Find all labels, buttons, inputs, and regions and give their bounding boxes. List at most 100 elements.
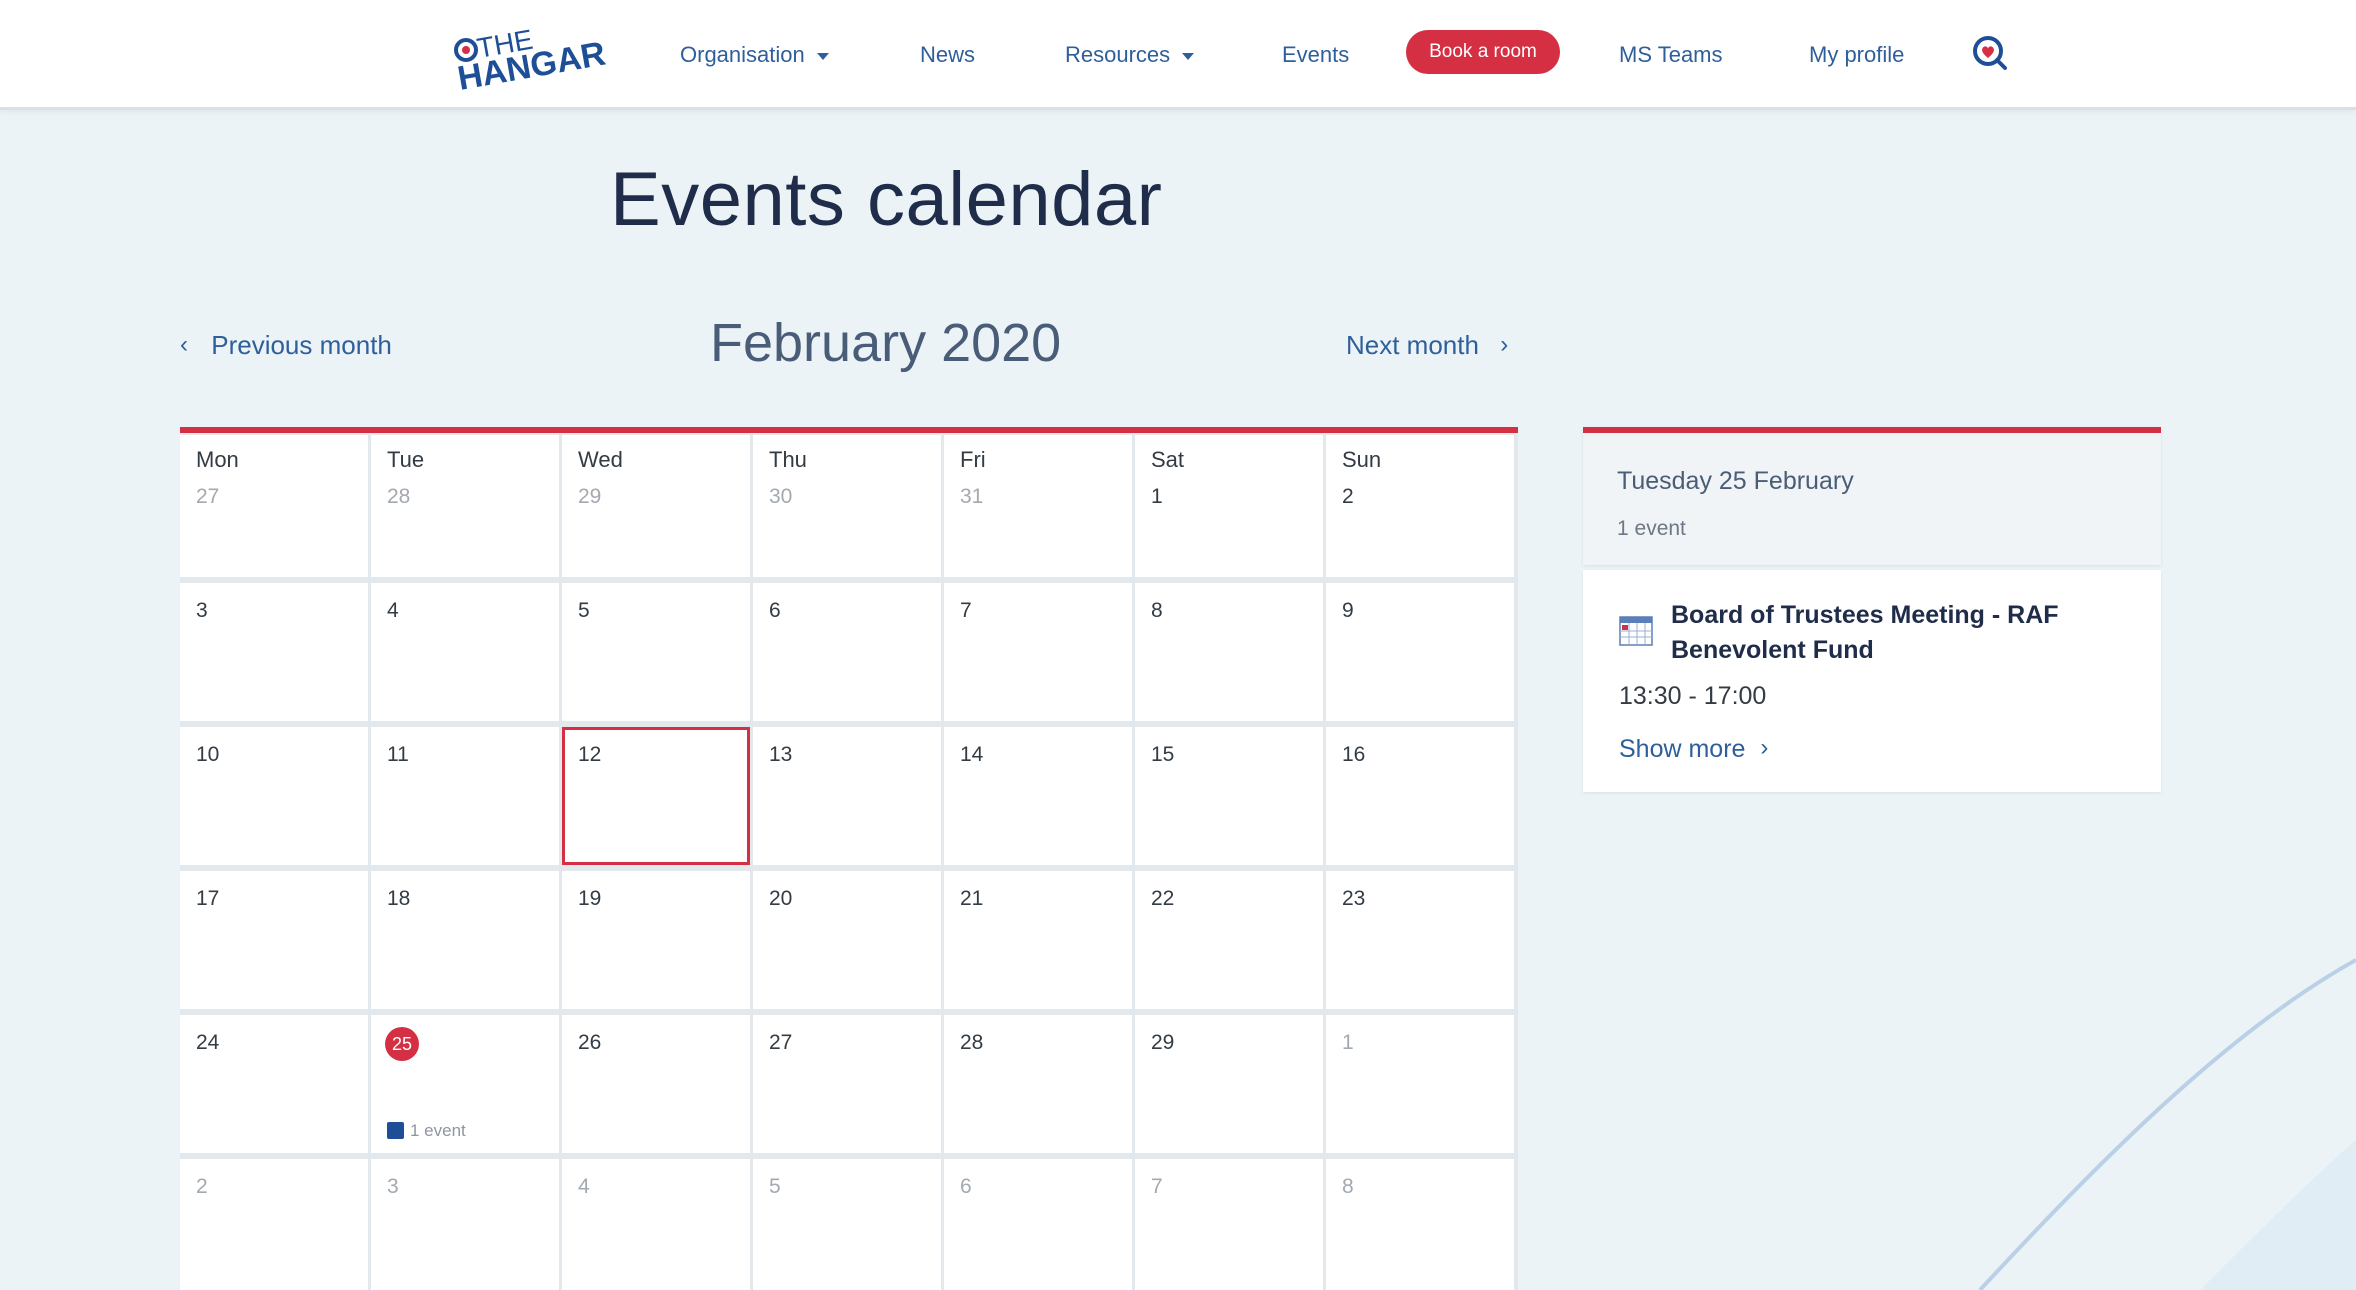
day-number: 7 bbox=[960, 599, 972, 622]
weekday-header: Wed bbox=[578, 447, 623, 472]
event-color-swatch bbox=[387, 1122, 404, 1139]
day-number: 2 bbox=[1342, 485, 1354, 508]
chevron-down-icon bbox=[1182, 52, 1195, 60]
calendar-day-cell[interactable]: Tue 28 bbox=[371, 435, 559, 577]
show-more-link[interactable]: Show more › bbox=[1619, 734, 1768, 764]
calendar-day-cell[interactable]: 8 bbox=[1326, 1159, 1514, 1290]
calendar-day-cell[interactable]: 29 bbox=[1135, 1015, 1323, 1153]
calendar-day-cell[interactable]: 4 bbox=[562, 1159, 750, 1290]
calendar-day-cell[interactable]: 12 bbox=[562, 727, 750, 865]
day-number: 29 bbox=[1151, 1031, 1175, 1054]
previous-month-label: Previous month bbox=[211, 330, 392, 360]
calendar-day-cell[interactable]: 20 bbox=[753, 871, 941, 1009]
current-month-title: February 2020 bbox=[710, 313, 1062, 373]
calendar-day-cell[interactable]: 23 bbox=[1326, 871, 1514, 1009]
previous-month-link[interactable]: ‹ Previous month bbox=[180, 330, 392, 361]
calendar-day-cell[interactable]: 10 bbox=[180, 727, 368, 865]
day-number: 27 bbox=[196, 485, 220, 508]
day-number: 11 bbox=[387, 743, 409, 766]
day-event-indicator[interactable]: 1 event bbox=[387, 1121, 466, 1141]
calendar-day-cell[interactable]: 14 bbox=[944, 727, 1132, 865]
the-hangar-logo[interactable]: THE HANGAR bbox=[452, 18, 612, 96]
calendar-day-cell[interactable]: 7 bbox=[1135, 1159, 1323, 1290]
day-number: 9 bbox=[1342, 599, 1354, 622]
nav-news[interactable]: News bbox=[920, 38, 975, 72]
calendar-day-cell[interactable]: 5 bbox=[562, 583, 750, 721]
calendar-day-cell[interactable]: 19 bbox=[562, 871, 750, 1009]
calendar-day-cell[interactable]: 18 bbox=[371, 871, 559, 1009]
calendar-day-cell[interactable]: Sat 1 bbox=[1135, 435, 1323, 577]
event-day-number: 25 bbox=[385, 1027, 419, 1061]
nav-resources[interactable]: Resources bbox=[1065, 38, 1195, 72]
chevron-right-icon: › bbox=[1500, 331, 1509, 358]
day-number: 8 bbox=[1151, 599, 1163, 622]
day-number: 16 bbox=[1342, 743, 1366, 766]
calendar-day-cell[interactable]: 27 bbox=[753, 1015, 941, 1153]
calendar-day-cell[interactable]: Mon 27 bbox=[180, 435, 368, 577]
next-month-link[interactable]: Next month › bbox=[1346, 330, 1508, 361]
day-number: 6 bbox=[960, 1175, 972, 1198]
calendar-day-cell[interactable]: 3 bbox=[180, 583, 368, 721]
calendar-day-cell[interactable]: 3 bbox=[371, 1159, 559, 1290]
calendar-day-cell[interactable]: Wed 29 bbox=[562, 435, 750, 577]
event-title[interactable]: Board of Trustees Meeting - RAF Benevole… bbox=[1671, 598, 2101, 668]
calendar-day-cell[interactable]: 11 bbox=[371, 727, 559, 865]
nav-organisation[interactable]: Organisation bbox=[680, 38, 829, 72]
calendar-day-cell[interactable]: 21 bbox=[944, 871, 1132, 1009]
day-number: 29 bbox=[578, 485, 602, 508]
day-number: 3 bbox=[196, 599, 208, 622]
nav-events[interactable]: Events bbox=[1282, 38, 1349, 72]
top-navigation-bar: THE HANGAR Organisation News Resources E… bbox=[0, 0, 2356, 110]
day-number: 4 bbox=[578, 1175, 590, 1198]
calendar-day-cell[interactable]: Thu 30 bbox=[753, 435, 941, 577]
day-number: 22 bbox=[1151, 887, 1175, 910]
day-number: 5 bbox=[578, 599, 590, 622]
nav-organisation-label: Organisation bbox=[680, 42, 805, 67]
calendar-day-cell[interactable]: 17 bbox=[180, 871, 368, 1009]
calendar-day-cell[interactable]: Fri 31 bbox=[944, 435, 1132, 577]
book-a-room-button[interactable]: Book a room bbox=[1406, 30, 1560, 74]
weekday-header: Mon bbox=[196, 447, 239, 472]
calendar-day-cell[interactable]: 6 bbox=[753, 583, 941, 721]
calendar-day-cell[interactable]: 1 bbox=[1326, 1015, 1514, 1153]
event-time: 13:30 - 17:00 bbox=[1619, 682, 1767, 710]
nav-ms-teams[interactable]: MS Teams bbox=[1619, 38, 1723, 72]
search-icon[interactable] bbox=[1970, 33, 2010, 73]
day-number: 23 bbox=[1342, 887, 1366, 910]
calendar-day-cell[interactable]: 15 bbox=[1135, 727, 1323, 865]
weekday-header: Thu bbox=[769, 447, 807, 472]
calendar-day-cell[interactable]: 26 bbox=[562, 1015, 750, 1153]
day-number: 20 bbox=[769, 887, 793, 910]
selected-day-event-count: 1 event bbox=[1617, 517, 1686, 540]
day-event-count: 1 event bbox=[410, 1121, 466, 1140]
day-number: 10 bbox=[196, 743, 220, 766]
day-number: 13 bbox=[769, 743, 793, 766]
day-number: 4 bbox=[387, 599, 399, 622]
calendar-day-cell[interactable]: 2 bbox=[180, 1159, 368, 1290]
nav-resources-label: Resources bbox=[1065, 42, 1171, 67]
calendar-day-cell[interactable]: 7 bbox=[944, 583, 1132, 721]
calendar-day-cell[interactable]: 13 bbox=[753, 727, 941, 865]
day-number: 14 bbox=[960, 743, 984, 766]
day-number: 28 bbox=[960, 1031, 984, 1054]
calendar-day-cell[interactable]: 6 bbox=[944, 1159, 1132, 1290]
calendar-day-cell[interactable]: 24 bbox=[180, 1015, 368, 1153]
calendar-day-cell[interactable]: Sun 2 bbox=[1326, 435, 1514, 577]
day-number: 28 bbox=[387, 485, 411, 508]
day-number: 12 bbox=[578, 743, 602, 766]
calendar-day-cell[interactable]: 5 bbox=[753, 1159, 941, 1290]
day-number: 2 bbox=[196, 1175, 208, 1198]
calendar-day-cell[interactable]: 22 bbox=[1135, 871, 1323, 1009]
calendar-day-cell[interactable]: 9 bbox=[1326, 583, 1514, 721]
day-number: 8 bbox=[1342, 1175, 1354, 1198]
calendar-day-cell[interactable]: 4 bbox=[371, 583, 559, 721]
calendar-day-cell[interactable]: 25 1 event bbox=[371, 1015, 559, 1153]
day-number: 18 bbox=[387, 887, 411, 910]
calendar-day-cell[interactable]: 16 bbox=[1326, 727, 1514, 865]
nav-my-profile[interactable]: My profile bbox=[1809, 38, 1904, 72]
day-number: 30 bbox=[769, 485, 793, 508]
calendar-day-cell[interactable]: 28 bbox=[944, 1015, 1132, 1153]
day-number: 15 bbox=[1151, 743, 1175, 766]
calendar-day-cell[interactable]: 8 bbox=[1135, 583, 1323, 721]
show-more-label: Show more bbox=[1619, 735, 1746, 763]
